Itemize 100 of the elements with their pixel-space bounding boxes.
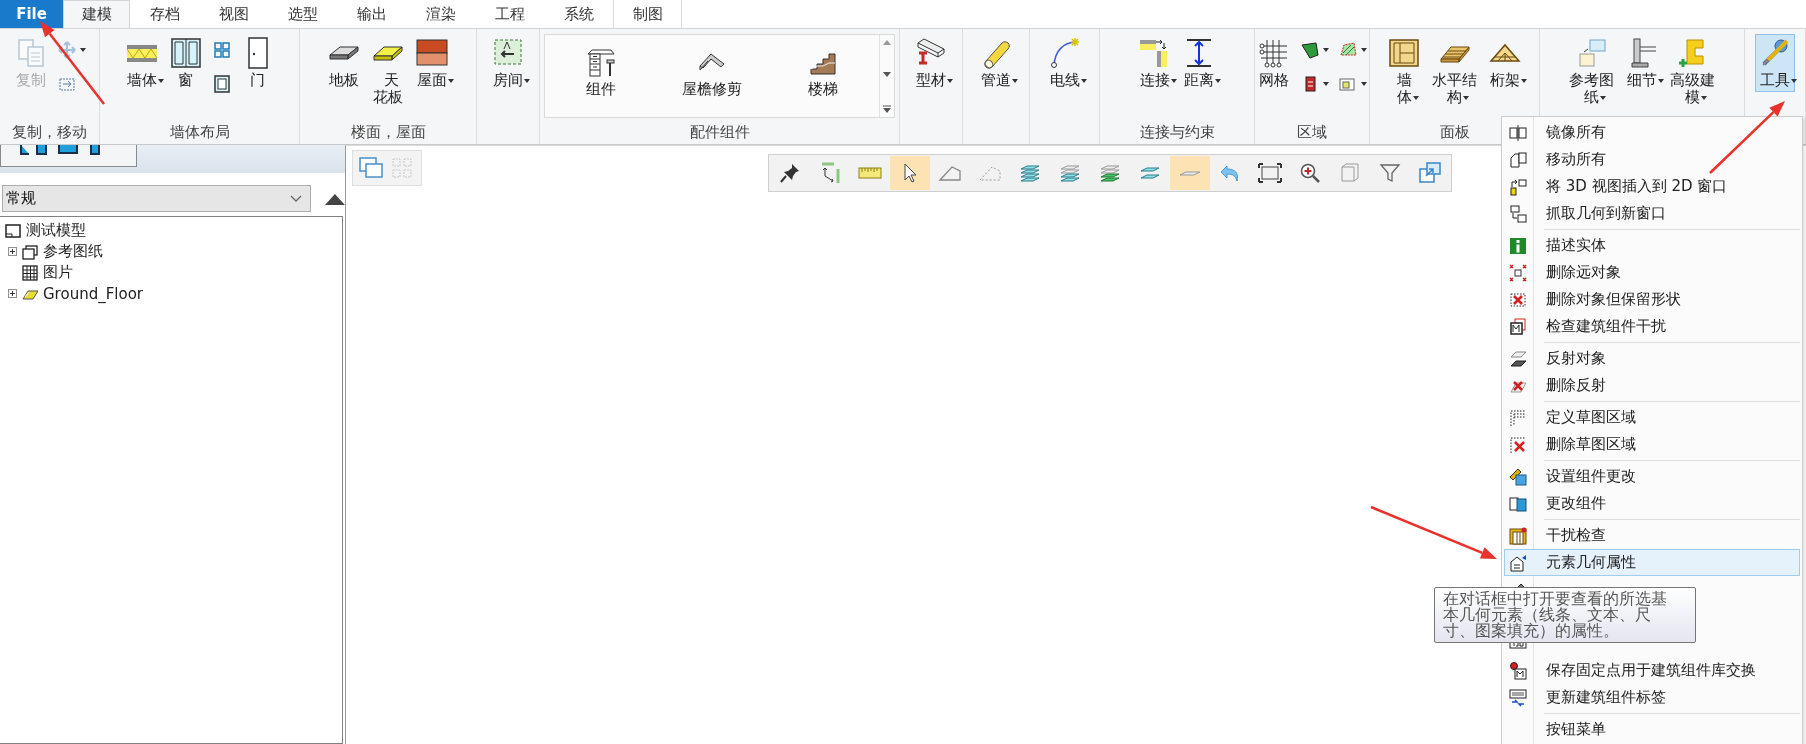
dot-grid-icon [1258,37,1290,69]
ribbon-button[interactable]: 高级建模 [1666,34,1719,109]
box-arrow-icon [1508,176,1528,197]
frame-icon [211,74,232,94]
menu-item[interactable]: 更改组件 [1504,490,1800,517]
menu-item[interactable]: 镜像所有 [1504,119,1800,146]
plus-icon [9,248,16,255]
toolbar-button[interactable] [890,156,930,190]
stacked-squares-icon [1508,316,1528,337]
ribbon-tab[interactable]: 建模 [63,0,130,28]
planes-icon [1508,348,1528,369]
menu-item[interactable]: 设置组件更改 [1504,463,1800,490]
menu-item[interactable]: 删除远对象 [1504,259,1800,286]
ribbon-tab[interactable]: 选型 [268,0,337,28]
menu-item[interactable]: 将 3D 视图插入到 2D 窗口 [1504,173,1800,200]
file-menu-tab[interactable]: File [0,0,63,28]
ribbon-button[interactable]: 天花板 [368,34,408,109]
gallery-item[interactable]: 楼梯 [767,35,879,117]
pencil-box-icon [1508,466,1528,487]
frame-pin-icon [1508,525,1528,546]
menu-item[interactable]: 更新建筑组件标签 [1504,684,1800,711]
menu-item[interactable]: 干扰检查 [1504,522,1800,549]
ribbon-button[interactable]: 地板 [324,34,364,92]
ribbon-button[interactable]: 细节 [1622,34,1662,92]
group-label: 墙体布局 [169,122,230,142]
group-label: 配件组件 [689,122,750,142]
ribbon-button[interactable]: 墙体 [121,34,162,92]
menu-item[interactable]: 保存固定点用于建筑组件库交换 [1504,657,1800,684]
cascade-windows-icon [358,156,384,180]
ribbon-button[interactable]: 网格 [1254,34,1294,92]
ribbon-button[interactable]: 房间 [488,34,528,92]
slab-icon [328,46,360,60]
collapse-icon[interactable] [325,192,345,205]
ribbon-tab[interactable]: 工程 [475,0,544,28]
menu-item[interactable]: 按钮菜单 [1504,716,1800,743]
ribbon-button[interactable]: 窗 [165,34,206,92]
ribbon-button[interactable]: 水平结构 [1428,34,1481,109]
ribbon-button[interactable]: 管道 [976,34,1016,92]
window-icon [169,37,202,69]
group-label: 复制，移动 [12,122,87,142]
grid-icon [211,40,232,60]
ribbon-tab[interactable]: 渲染 [406,0,475,28]
gallery-item[interactable]: 组件 [545,35,657,117]
four-arrows-icon [56,40,77,60]
mirror-boxes-icon [1508,122,1528,143]
ribbon-button[interactable]: 参考图纸 [1565,34,1618,109]
tag-arrows-icon [1508,687,1528,708]
group-label: 区域 [1297,122,1327,142]
ribbon-button[interactable]: 屋面 [412,34,452,92]
ribbon-button[interactable]: 连接 [1135,34,1175,92]
dotted-corner-cross-icon [1508,434,1528,455]
menu-item[interactable]: 删除反射 [1504,372,1800,399]
roof-block-icon [416,37,448,69]
tree-item[interactable]: Ground_Floor [43,284,143,303]
menu-item[interactable]: 移动所有 [1504,146,1800,173]
ribbon-button[interactable]: 墙体 [1384,34,1424,109]
group-label: 连接与约束 [1139,122,1215,142]
window-export-icon [1418,161,1442,185]
menu-item[interactable]: 定义草图区域 [1504,404,1800,431]
group-label: 面板 [1439,122,1470,142]
gallery-item[interactable]: 屋檐修剪 [656,35,768,117]
polygon-icon [1300,40,1320,60]
ribbon-tab[interactable]: 视图 [199,0,268,28]
ribbon-button[interactable]: 型材 [911,34,951,92]
wood-frame-icon [1388,37,1420,69]
tree-item[interactable]: 图片 [43,263,73,282]
menu-item[interactable]: 抓取几何到新窗口 [1504,200,1800,227]
menu-item[interactable]: 描述实体 [1504,232,1800,259]
scatter-crosses-icon [1508,262,1528,283]
ribbon-button[interactable]: 工具 [1755,34,1795,92]
ribbon-button[interactable]: 桁架 [1485,34,1525,92]
expand-toggle[interactable] [8,289,17,298]
view-dropdown[interactable]: 常规 [2,185,312,212]
ceiling-slab-icon [372,45,404,61]
menu-item[interactable]: 反射对象 [1504,345,1800,372]
ribbon-tab[interactable]: 输出 [337,0,406,28]
menu-item[interactable]: 删除对象但保留形状 [1504,286,1800,313]
frame-corners-icon [1258,161,1282,185]
table-grid-icon [22,264,38,281]
stacked-boxes-icon [1508,149,1528,170]
ribbon-tab[interactable]: 系统 [544,0,613,28]
zoom-in-icon [1298,161,1322,185]
menu-item[interactable]: 元素几何属性 [1504,549,1800,576]
tree-item[interactable]: 参考图纸 [43,242,103,261]
scroll-up-icon [883,39,891,45]
plane-icon [1179,170,1201,176]
pin-icon [778,161,802,185]
panel-tab[interactable] [0,145,137,167]
expand-toggle[interactable] [8,247,17,256]
ribbon-button[interactable]: 距离 [1179,34,1219,92]
expand-gallery-icon [883,105,891,113]
ribbon-button[interactable]: 门 [237,34,278,92]
window-arrow-icon [1508,203,1528,224]
ribbon-tab[interactable]: 存档 [130,0,199,28]
menu-item[interactable]: 检查建筑组件干扰 [1504,313,1800,340]
ribbon-button[interactable]: 电线 [1044,34,1085,92]
tree-item[interactable]: 测试模型 [26,221,86,240]
menu-item[interactable]: 删除草图区域 [1504,431,1800,458]
plus-icon [9,290,16,297]
filter-icon [1378,161,1402,185]
